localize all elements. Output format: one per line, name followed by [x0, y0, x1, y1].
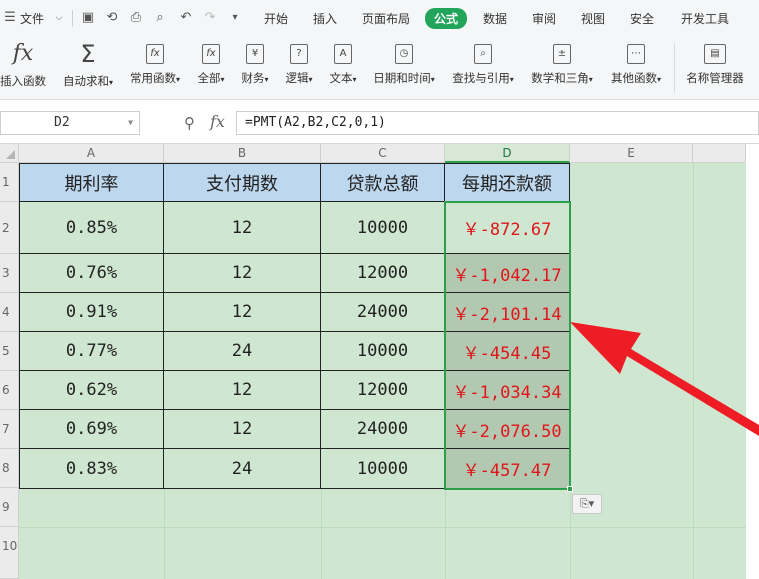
arrow-shape	[570, 322, 759, 436]
annotation-arrow	[570, 322, 759, 436]
